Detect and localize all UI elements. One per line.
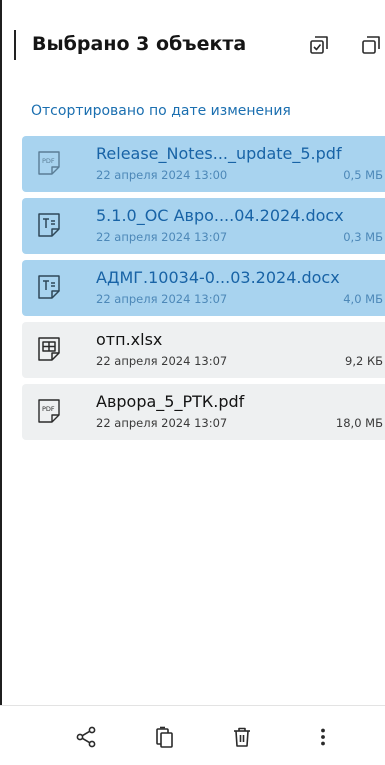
- copy-button[interactable]: [358, 32, 384, 58]
- file-row[interactable]: АДМГ.10034-0...03.2024.docx 22 апреля 20…: [22, 260, 385, 316]
- paste-button[interactable]: [151, 724, 177, 750]
- file-name: 5.1.0_ОС Авро....04.2024.docx: [96, 206, 344, 225]
- select-all-icon: [306, 32, 332, 58]
- clipboard-icon: [151, 724, 177, 750]
- delete-button[interactable]: [229, 724, 255, 750]
- copy-icon: [358, 32, 384, 58]
- screen: Выбрано 3 объекта Отсортировано по дате …: [0, 0, 385, 765]
- file-name: Release_Notes..._update_5.pdf: [96, 144, 342, 163]
- file-name: АДМГ.10034-0...03.2024.docx: [96, 268, 340, 287]
- file-row[interactable]: отп.xlsx 22 апреля 2024 13:07 9,2 КБ: [22, 322, 385, 378]
- file-size: 0,5 МБ: [343, 168, 383, 182]
- file-date: 22 апреля 2024 13:07: [96, 230, 228, 244]
- pdf-file-icon: PDF: [34, 148, 64, 178]
- file-date: 22 апреля 2024 13:00: [96, 168, 228, 182]
- file-name: отп.xlsx: [96, 330, 163, 349]
- file-size: 0,3 МБ: [343, 230, 383, 244]
- header-divider: [14, 30, 16, 60]
- selection-title: Выбрано 3 объекта: [32, 33, 247, 55]
- file-name: Аврора_5_РТК.pdf: [96, 392, 245, 411]
- window-edge: [0, 0, 2, 765]
- svg-text:PDF: PDF: [42, 157, 55, 165]
- svg-text:PDF: PDF: [42, 405, 55, 413]
- document-file-icon: [34, 210, 64, 240]
- file-date: 22 апреля 2024 13:07: [96, 292, 228, 306]
- pdf-file-icon: PDF: [34, 396, 64, 426]
- share-icon: [73, 724, 99, 750]
- spreadsheet-file-icon: [34, 334, 64, 364]
- sort-order-label[interactable]: Отсортировано по дате изменения: [31, 103, 291, 119]
- file-date: 22 апреля 2024 13:07: [96, 416, 228, 430]
- more-options-button[interactable]: [310, 724, 336, 750]
- file-date: 22 апреля 2024 13:07: [96, 354, 228, 368]
- more-vertical-icon: [310, 724, 336, 750]
- bottom-toolbar: [0, 705, 385, 765]
- file-row[interactable]: PDF Release_Notes..._update_5.pdf 22 апр…: [22, 136, 385, 192]
- file-row[interactable]: PDF Аврора_5_РТК.pdf 22 апреля 2024 13:0…: [22, 384, 385, 440]
- document-file-icon: [34, 272, 64, 302]
- selection-header: Выбрано 3 объекта: [0, 18, 385, 74]
- file-list: PDF Release_Notes..._update_5.pdf 22 апр…: [22, 136, 385, 446]
- trash-icon: [229, 724, 255, 750]
- file-size: 4,0 МБ: [343, 292, 383, 306]
- select-all-button[interactable]: [306, 32, 332, 58]
- share-button[interactable]: [73, 724, 99, 750]
- file-size: 9,2 КБ: [345, 354, 383, 368]
- file-row[interactable]: 5.1.0_ОС Авро....04.2024.docx 22 апреля …: [22, 198, 385, 254]
- file-size: 18,0 МБ: [335, 416, 383, 430]
